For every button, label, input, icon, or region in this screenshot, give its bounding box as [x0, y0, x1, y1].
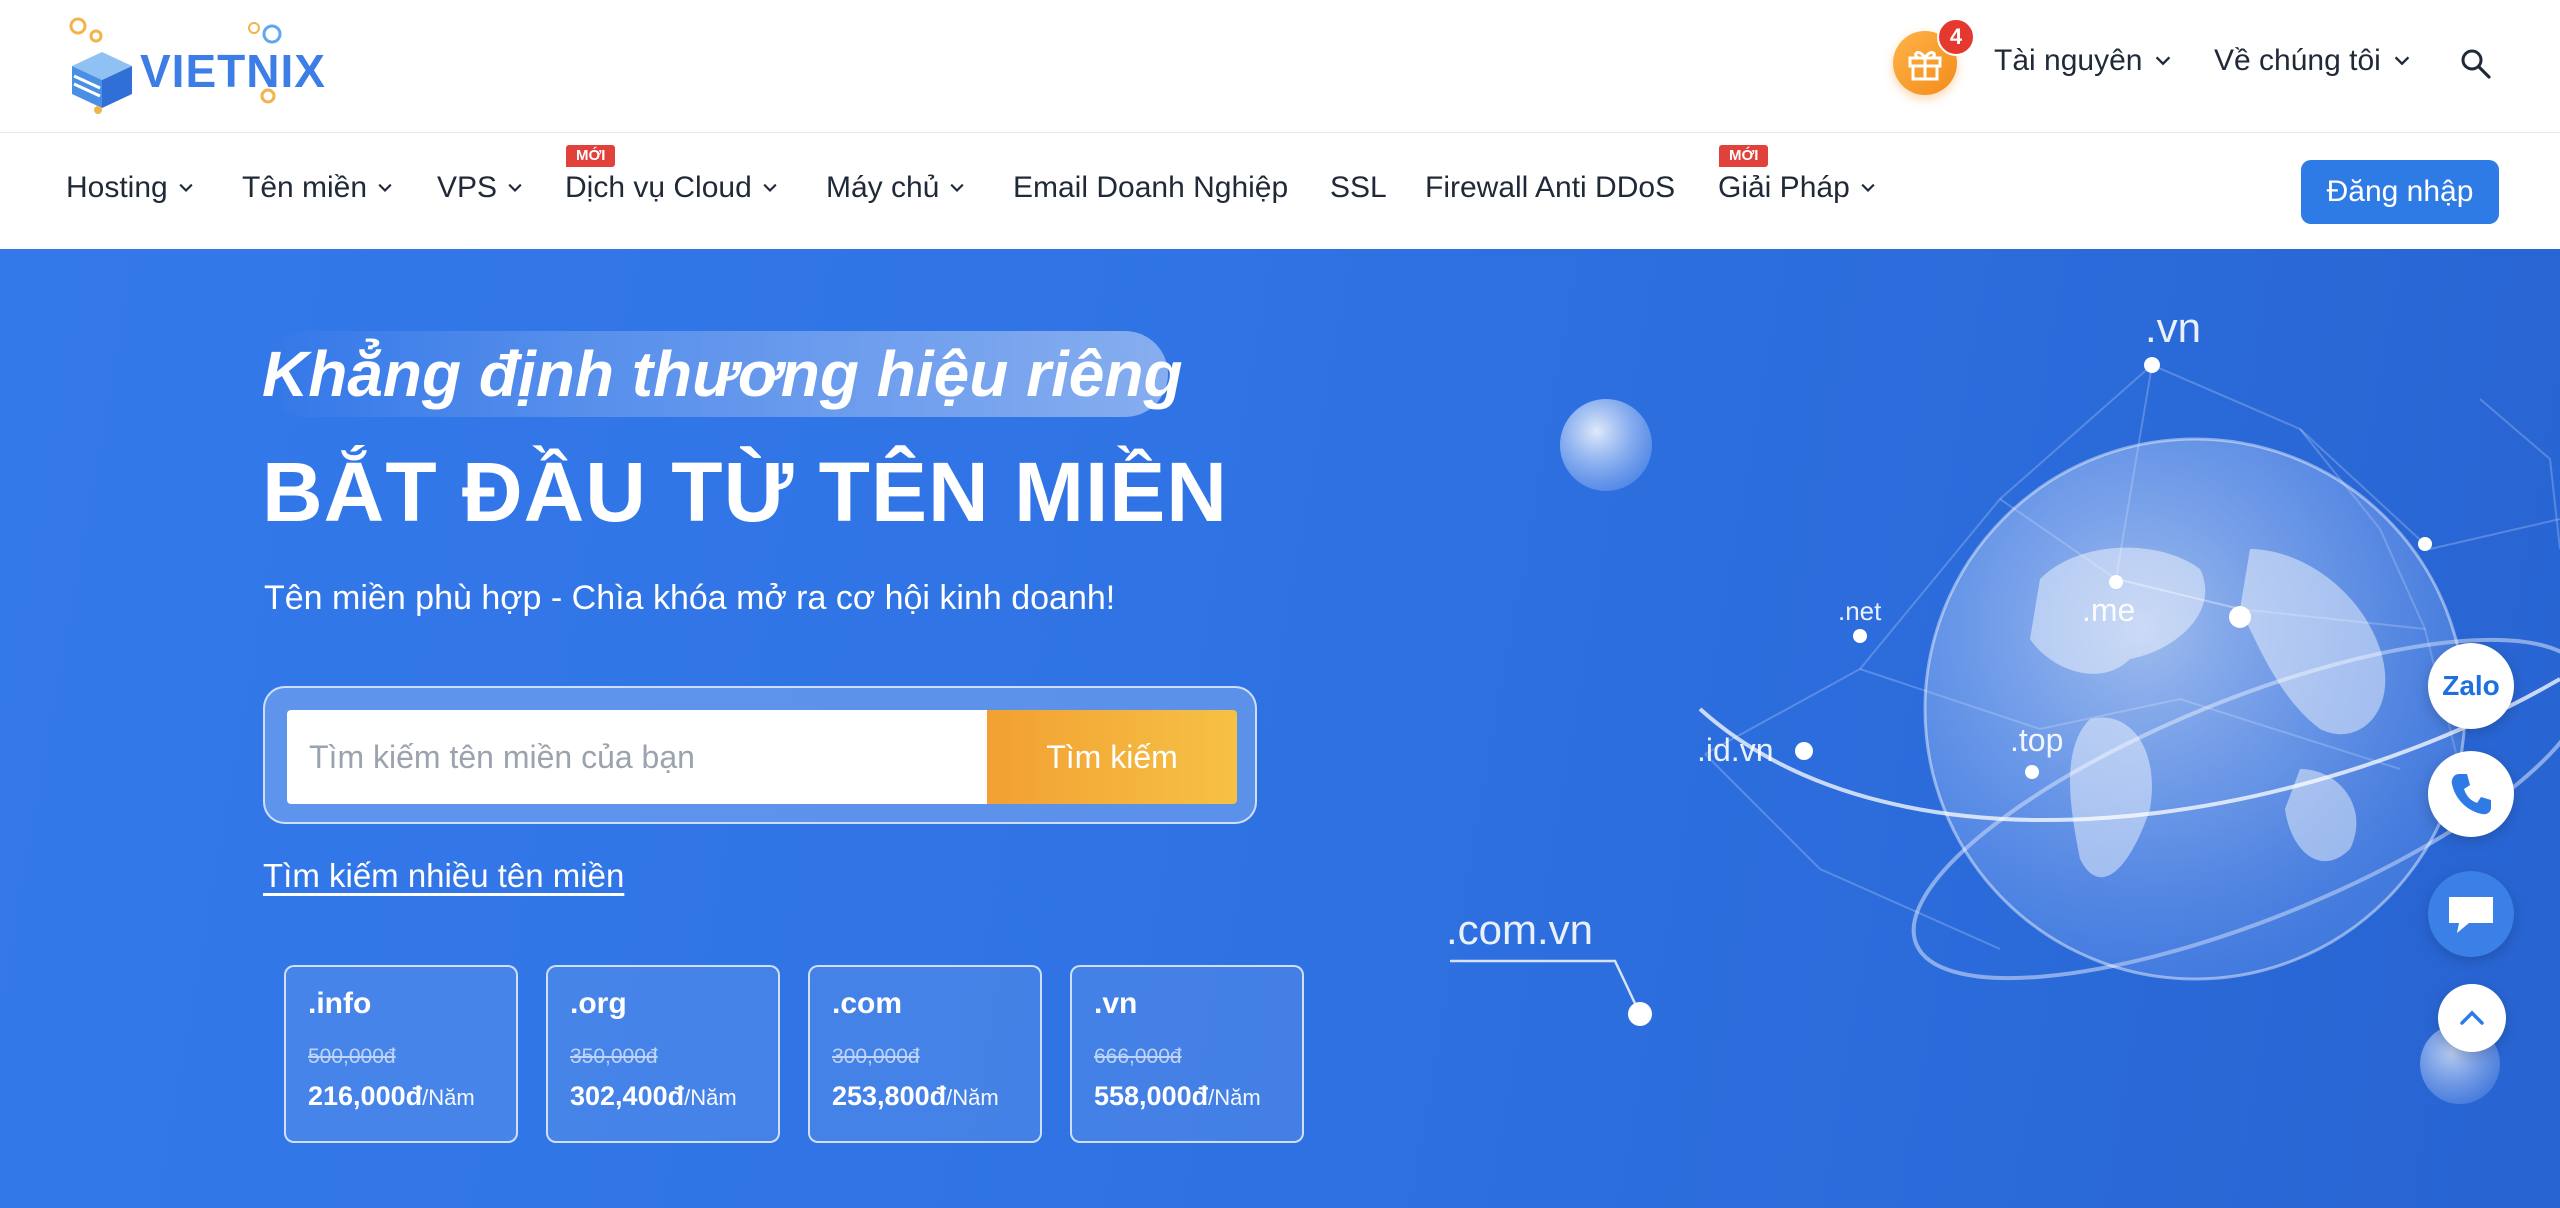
price-unit: /Năm [684, 1085, 737, 1110]
globe-label-comvn: .com.vn [1446, 906, 1593, 953]
scroll-top-button[interactable] [2438, 984, 2506, 1052]
logo-sparkle-icon [248, 22, 282, 104]
nav-hosting-label: Hosting [66, 171, 168, 204]
chevron-down-icon [763, 183, 777, 193]
nav-cloud-label: Dịch vụ Cloud [565, 171, 752, 204]
gift-count-badge: 4 [1937, 18, 1975, 56]
globe-label-top: .top [2010, 722, 2063, 758]
new-badge: MỚI [1719, 145, 1769, 167]
chevron-down-icon [508, 183, 522, 193]
old-price: 300,000đ [832, 1045, 920, 1068]
nav-firewall[interactable]: Firewall Anti DDoS [1425, 171, 1675, 205]
nav-server[interactable]: Máy chủ [826, 171, 967, 205]
top-nav-resources-label: Tài nguyên [1994, 44, 2143, 77]
phone-button[interactable] [2428, 751, 2514, 837]
price-unit: /Năm [946, 1085, 999, 1110]
nav-email[interactable]: Email Doanh Nghiệp [1013, 171, 1288, 205]
top-header: VIETNIX 4 Tài nguyên Về chúng tôi [0, 0, 2560, 133]
domain-search-input[interactable] [287, 710, 987, 804]
old-price: 500,000đ [308, 1045, 396, 1068]
new-price: 302,400đ [570, 1081, 685, 1111]
nav-server-label: Máy chủ [826, 171, 940, 204]
multi-domain-search-link[interactable]: Tìm kiếm nhiều tên miền [263, 857, 624, 895]
top-nav-about-label: Về chúng tôi [2214, 44, 2381, 77]
old-price: 666,000đ [1094, 1045, 1182, 1068]
chevron-down-icon [179, 183, 193, 193]
domain-ext: .com [832, 987, 903, 1020]
nav-vps-label: VPS [437, 171, 498, 204]
domain-price-card-com[interactable]: .com 300,000đ 253,800đ/Năm [808, 965, 1042, 1143]
hero-section: .vn .net .me .id.vn .top .com.vn Khẳng đ… [0, 249, 2560, 1208]
nav-ssl[interactable]: SSL [1330, 171, 1387, 205]
domain-ext: .org [570, 987, 627, 1020]
globe-illustration: .vn .net .me .id.vn .top .com.vn [1446, 304, 2560, 1104]
old-price: 350,000đ [570, 1045, 658, 1068]
globe-label-vn: .vn [2145, 304, 2201, 351]
vietnix-logo[interactable]: VIETNIX [62, 14, 325, 114]
new-price: 216,000đ [308, 1081, 423, 1111]
hero-subtitle: Tên miền phù hợp - Chìa khóa mở ra cơ hộ… [264, 579, 1116, 617]
globe-label-me: .me [2082, 592, 2135, 628]
nav-domain[interactable]: Tên miền [242, 171, 395, 205]
top-nav-about[interactable]: Về chúng tôi [2214, 44, 2413, 78]
domain-price-card-org[interactable]: .org 350,000đ 302,400đ/Năm [546, 965, 780, 1143]
zalo-button[interactable]: Zalo [2428, 643, 2514, 729]
login-button[interactable]: Đăng nhập [2301, 160, 2499, 224]
hero-tagline: Khẳng định thương hiệu riêng [262, 338, 1183, 410]
globe-label-idvn: .id.vn [1697, 732, 1773, 768]
nav-email-label: Email Doanh Nghiệp [1013, 171, 1289, 204]
new-badge: MỚI [566, 145, 616, 167]
globe-label-net: .net [1838, 596, 1882, 626]
nav-hosting[interactable]: Hosting [66, 171, 196, 205]
chevron-down-icon [1861, 183, 1875, 193]
top-nav-resources[interactable]: Tài nguyên [1994, 44, 2174, 78]
domain-price-card-info[interactable]: .info 500,000đ 216,000đ/Năm [284, 965, 518, 1143]
chevron-down-icon [2156, 56, 2171, 66]
phone-icon [2451, 774, 2491, 815]
main-nav: Hosting Tên miền VPS MỚI Dịch vụ Cloud M… [0, 133, 2560, 249]
nav-solutions[interactable]: Giải Pháp [1718, 171, 1878, 205]
logo-cube-icon [69, 17, 132, 114]
zalo-label: Zalo [2442, 670, 2500, 701]
domain-search-box: Tìm kiếm [263, 686, 1257, 824]
price-unit: /Năm [422, 1085, 475, 1110]
chevron-down-icon [2394, 56, 2410, 66]
price-unit: /Năm [1208, 1085, 1261, 1110]
nav-cloud[interactable]: Dịch vụ Cloud [565, 171, 780, 205]
hero-headline: BẮT ĐẦU TỪ TÊN MIỀN [262, 445, 1228, 539]
domain-search-button[interactable]: Tìm kiếm [987, 710, 1237, 804]
chevron-down-icon [378, 183, 392, 193]
chat-icon [2449, 897, 2493, 933]
gift-icon [1908, 51, 1942, 81]
nav-solutions-label: Giải Pháp [1718, 171, 1850, 204]
new-price: 253,800đ [832, 1081, 947, 1111]
chat-button[interactable] [2428, 871, 2514, 957]
domain-ext: .info [308, 987, 372, 1020]
domain-ext: .vn [1094, 987, 1138, 1020]
nav-firewall-label: Firewall Anti DDoS [1425, 171, 1676, 204]
chevron-up-icon [2460, 1010, 2484, 1025]
chevron-down-icon [950, 183, 964, 193]
new-price: 558,000đ [1094, 1081, 1209, 1111]
nav-ssl-label: SSL [1330, 171, 1387, 204]
search-icon[interactable] [2458, 46, 2494, 82]
domain-price-card-vn[interactable]: .vn 666,000đ 558,000đ/Năm [1070, 965, 1304, 1143]
nav-vps[interactable]: VPS [437, 171, 525, 205]
nav-domain-label: Tên miền [242, 171, 368, 204]
